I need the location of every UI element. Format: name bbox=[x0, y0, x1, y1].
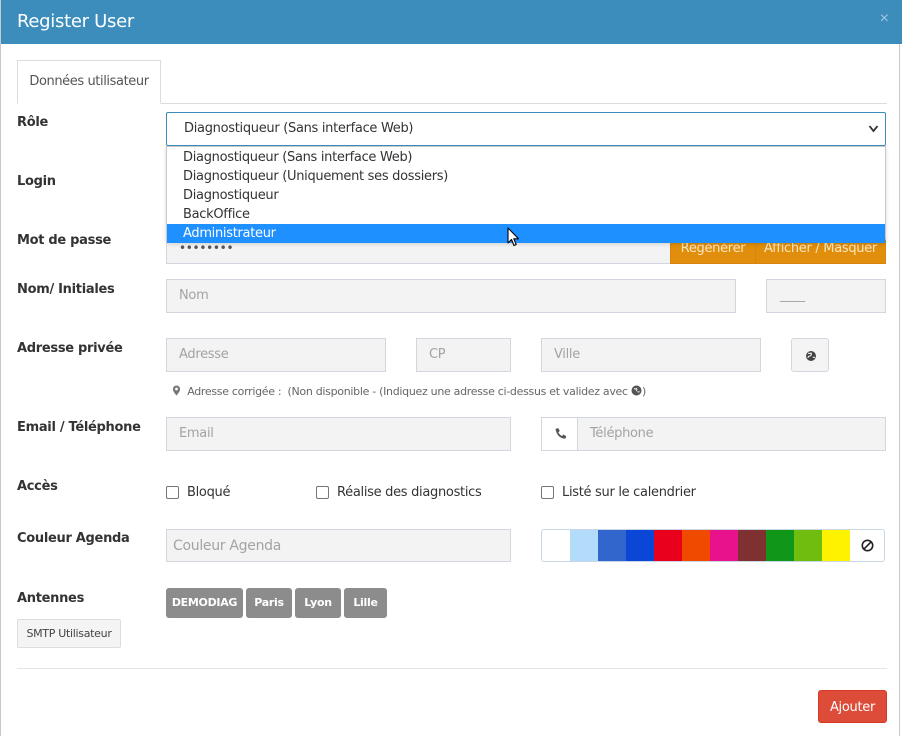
city-input[interactable]: Ville bbox=[541, 338, 761, 372]
role-option[interactable]: Diagnostiqueur bbox=[167, 186, 885, 205]
modal-title: Register User bbox=[17, 11, 134, 32]
address-label: Adresse privée bbox=[17, 341, 123, 356]
footer-divider bbox=[17, 668, 887, 669]
smtp-user-button[interactable]: SMTP Utilisateur bbox=[17, 619, 121, 648]
corrected-address-suffix: ) bbox=[641, 385, 646, 398]
phone-input[interactable]: Téléphone bbox=[577, 417, 886, 451]
antenna-button-demodiag[interactable]: DEMODIAG bbox=[166, 588, 243, 618]
modal-header: Register User × bbox=[1, 0, 902, 44]
globe-icon bbox=[806, 351, 816, 361]
color-swatch[interactable] bbox=[794, 530, 822, 561]
antenna-button-lyon[interactable]: Lyon bbox=[295, 588, 341, 618]
name-label: Nom/ Initiales bbox=[17, 282, 115, 297]
blocked-checkbox-label: Bloqué bbox=[187, 485, 231, 500]
color-swatch[interactable] bbox=[766, 530, 794, 561]
color-swatch[interactable] bbox=[626, 530, 654, 561]
corrected-address-label: Adresse corrigée : bbox=[187, 385, 282, 398]
role-option[interactable]: Diagnostiqueur (Sans interface Web) bbox=[167, 148, 885, 167]
antenna-button-lille[interactable]: Lille bbox=[344, 588, 387, 618]
diagnostics-checkbox-label: Réalise des diagnostics bbox=[337, 485, 482, 500]
color-swatch[interactable] bbox=[822, 530, 850, 561]
access-label: Accès bbox=[17, 479, 58, 494]
role-option[interactable]: BackOffice bbox=[167, 205, 885, 224]
color-swatch[interactable] bbox=[710, 530, 738, 561]
ban-icon bbox=[861, 539, 873, 552]
role-select-value: Diagnostiqueur (Sans interface Web) bbox=[184, 121, 414, 136]
color-label: Couleur Agenda bbox=[17, 531, 130, 546]
add-button[interactable]: Ajouter bbox=[818, 690, 887, 723]
tab-user-data[interactable]: Données utilisateur bbox=[17, 60, 161, 104]
no-color-button[interactable] bbox=[850, 530, 884, 561]
color-swatch[interactable] bbox=[598, 530, 626, 561]
antenna-button-paris[interactable]: Paris bbox=[246, 588, 292, 618]
color-swatch[interactable] bbox=[738, 530, 766, 561]
color-input[interactable]: Couleur Agenda bbox=[166, 529, 511, 562]
color-swatch[interactable] bbox=[654, 530, 682, 561]
diagnostics-checkbox[interactable] bbox=[316, 486, 329, 499]
blocked-checkbox[interactable] bbox=[166, 486, 179, 499]
color-palette bbox=[541, 529, 885, 562]
role-option[interactable]: Diagnostiqueur (Uniquement ses dossiers) bbox=[167, 167, 885, 186]
role-dropdown-list: Diagnostiqueur (Sans interface Web) Diag… bbox=[166, 146, 886, 243]
role-label: Rôle bbox=[17, 115, 49, 130]
name-input[interactable]: Nom bbox=[166, 279, 736, 313]
corrected-address-note: Adresse corrigée : (Non disponible - (In… bbox=[172, 385, 646, 398]
postal-code-input[interactable]: CP bbox=[416, 338, 511, 372]
color-swatch[interactable] bbox=[542, 530, 570, 561]
map-marker-icon bbox=[172, 385, 181, 396]
geocode-button[interactable] bbox=[791, 338, 829, 372]
address-input[interactable]: Adresse bbox=[166, 338, 386, 372]
globe-icon bbox=[631, 385, 642, 396]
phone-addon bbox=[541, 417, 578, 451]
mouse-cursor-icon bbox=[507, 227, 521, 253]
close-icon[interactable]: × bbox=[880, 10, 889, 28]
role-option-highlighted[interactable]: Administrateur bbox=[167, 224, 885, 243]
role-select[interactable]: Diagnostiqueur (Sans interface Web) bbox=[166, 112, 886, 146]
antennas-label: Antennes bbox=[17, 591, 85, 606]
login-label: Login bbox=[17, 174, 56, 189]
color-swatch[interactable] bbox=[682, 530, 710, 561]
password-label: Mot de passe bbox=[17, 233, 112, 248]
phone-icon bbox=[555, 428, 567, 439]
email-input[interactable]: Email bbox=[166, 417, 511, 451]
color-swatch[interactable] bbox=[570, 530, 598, 561]
calendar-checkbox[interactable] bbox=[541, 486, 554, 499]
calendar-checkbox-label: Listé sur le calendrier bbox=[562, 485, 696, 500]
corrected-address-value: (Non disponible - (Indiquez une adresse … bbox=[287, 385, 629, 398]
register-user-modal: Register User × Données utilisateur Rôle… bbox=[0, 0, 902, 736]
initials-input[interactable]: ____ bbox=[766, 279, 886, 313]
email-phone-label: Email / Téléphone bbox=[17, 420, 141, 435]
